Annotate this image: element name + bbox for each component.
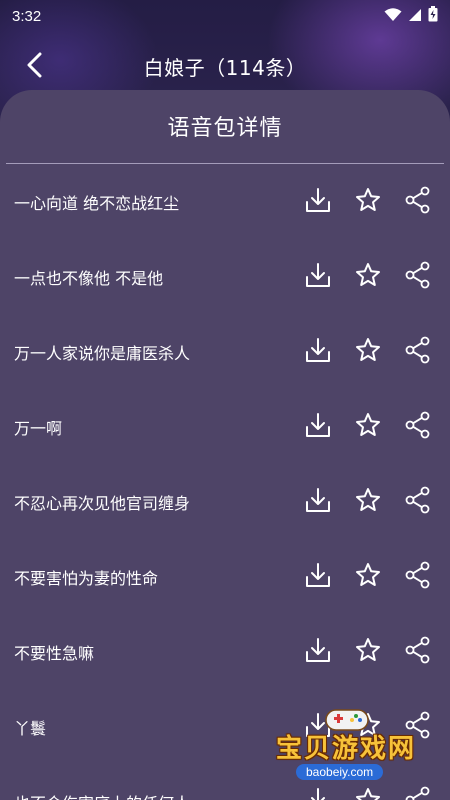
favorite-button[interactable] — [354, 262, 382, 292]
voice-clip-label: 也不会伤害底上的任何人 — [14, 790, 300, 800]
back-button[interactable] — [18, 50, 52, 84]
list-item[interactable]: 丫鬟 — [0, 689, 450, 764]
star-icon — [355, 637, 381, 667]
row-actions — [300, 336, 450, 368]
signal-icon — [408, 7, 422, 26]
star-icon — [355, 262, 381, 292]
share-icon — [404, 636, 432, 668]
share-button[interactable] — [404, 786, 432, 800]
header: 白娘子（114条） — [0, 40, 450, 92]
favorite-button[interactable] — [354, 337, 382, 367]
star-icon — [355, 337, 381, 367]
voice-clip-label: 丫鬟 — [14, 718, 47, 738]
list-item[interactable]: 不忍心再次见他官司缠身 — [0, 464, 450, 539]
share-button[interactable] — [404, 186, 432, 218]
row-actions — [300, 711, 450, 743]
download-icon — [305, 562, 331, 592]
share-icon — [404, 786, 432, 800]
share-icon — [404, 486, 432, 518]
favorite-button[interactable] — [354, 487, 382, 517]
star-icon — [355, 187, 381, 217]
list-item[interactable]: 一心向道 绝不恋战红尘 — [0, 164, 450, 239]
favorite-button[interactable] — [354, 637, 382, 667]
star-icon — [355, 787, 381, 800]
share-icon — [404, 561, 432, 593]
favorite-button[interactable] — [354, 787, 382, 800]
voice-clip-label: 万一啊 — [14, 418, 63, 438]
share-button[interactable] — [404, 711, 432, 743]
voice-clip-label: 不忍心再次见他官司缠身 — [14, 493, 191, 513]
share-icon — [404, 186, 432, 218]
download-button[interactable] — [304, 337, 332, 367]
star-icon — [355, 487, 381, 517]
favorite-button[interactable] — [354, 562, 382, 592]
share-icon — [404, 411, 432, 443]
status-bar: 3:32 — [0, 0, 450, 32]
row-actions — [300, 561, 450, 593]
download-button[interactable] — [304, 187, 332, 217]
panel-title: 语音包详情 — [167, 116, 283, 141]
voice-clip-label: 不要害怕为妻的性命 — [14, 568, 159, 588]
chevron-left-icon — [25, 52, 45, 82]
share-button[interactable] — [404, 561, 432, 593]
download-icon — [305, 637, 331, 667]
star-icon — [355, 562, 381, 592]
row-actions — [300, 486, 450, 518]
favorite-button[interactable] — [354, 412, 382, 442]
download-button[interactable] — [304, 262, 332, 292]
download-icon — [305, 487, 331, 517]
share-button[interactable] — [404, 636, 432, 668]
download-icon — [305, 187, 331, 217]
download-icon — [305, 712, 331, 742]
voice-clip-label: 一心向道 绝不恋战红尘 — [14, 193, 180, 213]
share-icon — [404, 336, 432, 368]
favorite-button[interactable] — [354, 187, 382, 217]
download-icon — [305, 412, 331, 442]
download-button[interactable] — [304, 487, 332, 517]
share-button[interactable] — [404, 336, 432, 368]
star-icon — [355, 412, 381, 442]
share-button[interactable] — [404, 261, 432, 293]
voice-list: 一心向道 绝不恋战红尘 一点也不像他 不是他万一人家说你是庸医杀人 万一啊不忍心再次… — [0, 164, 450, 800]
download-button[interactable] — [304, 712, 332, 742]
download-button[interactable] — [304, 412, 332, 442]
voice-clip-label: 不要性急嘛 — [14, 643, 95, 663]
download-button[interactable] — [304, 787, 332, 800]
share-button[interactable] — [404, 486, 432, 518]
list-item[interactable]: 一点也不像他 不是他 — [0, 239, 450, 314]
row-actions — [300, 186, 450, 218]
voice-clip-label: 一点也不像他 不是他 — [14, 268, 164, 288]
row-actions — [300, 411, 450, 443]
row-actions — [300, 261, 450, 293]
download-icon — [305, 337, 331, 367]
page-title: 白娘子（114条） — [143, 55, 307, 80]
voice-clip-label: 万一人家说你是庸医杀人 — [14, 343, 191, 363]
row-actions — [300, 636, 450, 668]
favorite-button[interactable] — [354, 712, 382, 742]
battery-icon — [428, 6, 438, 26]
download-icon — [305, 787, 331, 800]
list-item[interactable]: 万一啊 — [0, 389, 450, 464]
download-button[interactable] — [304, 562, 332, 592]
star-icon — [355, 712, 381, 742]
list-item[interactable]: 不要害怕为妻的性命 — [0, 539, 450, 614]
download-icon — [305, 262, 331, 292]
list-item[interactable]: 也不会伤害底上的任何人 — [0, 764, 450, 800]
share-button[interactable] — [404, 411, 432, 443]
status-time: 3:32 — [12, 7, 42, 25]
share-icon — [404, 261, 432, 293]
wifi-icon — [384, 7, 402, 26]
list-item[interactable]: 不要性急嘛 — [0, 614, 450, 689]
row-actions — [300, 786, 450, 800]
list-item[interactable]: 万一人家说你是庸医杀人 — [0, 314, 450, 389]
share-icon — [404, 711, 432, 743]
download-button[interactable] — [304, 637, 332, 667]
status-icons — [384, 6, 438, 26]
voice-pack-panel: 语音包详情 一心向道 绝不恋战红尘 一点也不像他 不是他万一人家说你是庸医杀人 万一… — [0, 90, 450, 800]
